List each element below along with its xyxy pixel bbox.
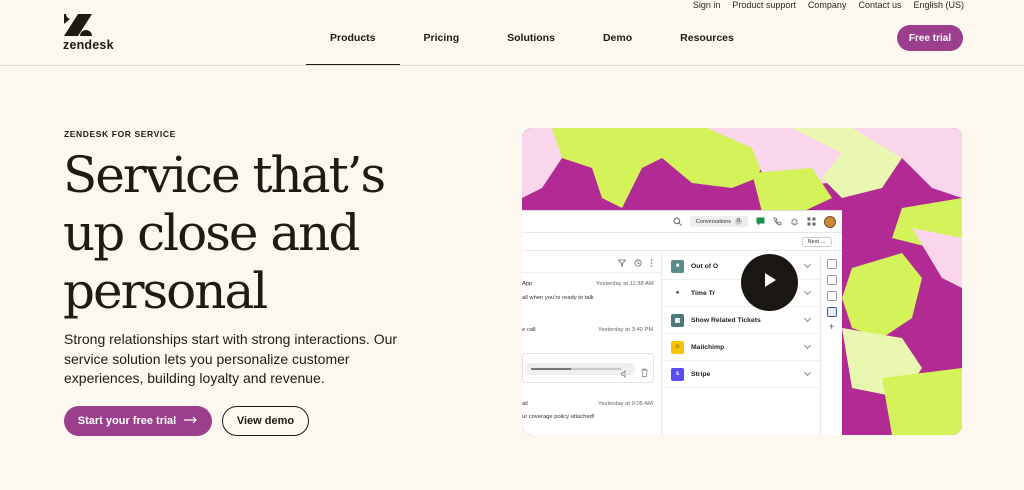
nav-item-pricing[interactable]: Pricing <box>400 26 484 66</box>
message-source: App <box>522 281 533 287</box>
phone-icon <box>773 217 782 226</box>
app-label: Out of O <box>691 262 719 270</box>
workspace-topbar: Conversations 0 <box>522 211 842 233</box>
agent-workspace-mockup: Conversations 0 Next → App Yesterday at … <box>522 210 842 435</box>
chat-icon <box>756 217 765 226</box>
chevron-down-icon <box>803 368 812 377</box>
app-label: Stripe <box>691 370 711 378</box>
chevron-down-icon <box>803 341 812 350</box>
app-label: Mailchimp <box>691 343 725 351</box>
chevron-down-icon <box>803 260 812 269</box>
add-icon: + <box>828 322 835 333</box>
headline-line-2: up close and <box>63 204 360 262</box>
play-video-button[interactable] <box>741 254 798 311</box>
audio-progress-bar <box>525 363 635 378</box>
time-tracking-icon: ● <box>671 286 684 300</box>
hero-video[interactable]: Conversations 0 Next → App Yesterday at … <box>522 128 962 435</box>
next-button: Next → <box>801 236 832 247</box>
stripe-icon: s <box>671 367 684 381</box>
conversation-toolbar <box>522 253 661 273</box>
app-label: Time Tr <box>691 289 716 297</box>
knowledge-icon <box>826 275 837 285</box>
utility-nav: Sign in Product support Company Contact … <box>693 0 964 12</box>
nav-item-solutions[interactable]: Solutions <box>483 26 579 66</box>
volume-icon <box>621 365 629 383</box>
nav-item-products[interactable]: Products <box>306 26 400 66</box>
bell-icon <box>790 217 799 226</box>
conversations-icon <box>826 291 837 301</box>
free-trial-button[interactable]: Free trial <box>897 25 963 51</box>
message-source: e call <box>522 327 536 333</box>
app-item-mailchimp: ☺ Mailchimp <box>662 334 820 361</box>
app-item-stripe: s Stripe <box>662 361 820 388</box>
workspace-subbar: Next → <box>522 233 842 251</box>
nav-item-resources[interactable]: Resources <box>656 26 758 66</box>
utility-link-contact-us[interactable]: Contact us <box>858 0 901 12</box>
utility-link-company[interactable]: Company <box>808 0 847 12</box>
search-icon <box>673 217 682 226</box>
language-selector[interactable]: English (US) <box>913 0 964 12</box>
message-text: all when you're ready to talk <box>522 295 594 301</box>
start-free-trial-button[interactable]: Start your free trial <box>64 406 212 436</box>
message-timestamp: Yesterday at 3:40 PM <box>598 327 654 333</box>
hero-subcopy: Strong relationships start with strong i… <box>64 331 398 386</box>
play-icon <box>763 272 777 293</box>
chevron-down-icon <box>803 287 812 296</box>
app-item-show-related-tickets: ▦ Show Related Tickets <box>662 307 820 334</box>
app-label: Show Related Tickets <box>691 316 761 324</box>
headline-line-1: Service that’s <box>63 146 386 204</box>
header-divider <box>0 65 1024 66</box>
nav-item-demo[interactable]: Demo <box>579 26 656 66</box>
filter-icon <box>617 254 627 272</box>
utility-link-sign-in[interactable]: Sign in <box>693 0 721 12</box>
context-rail: + <box>820 253 842 435</box>
chevron-down-icon <box>803 314 812 323</box>
conversations-pill: Conversations 0 <box>689 216 748 227</box>
utility-link-product-support[interactable]: Product support <box>732 0 796 12</box>
message-timestamp: Yesterday at 11:38 AM <box>596 281 654 287</box>
mailchimp-icon: ☺ <box>671 340 684 354</box>
apps-icon <box>826 307 837 317</box>
main-nav: Products Pricing Solutions Demo Resource… <box>306 26 758 66</box>
message-source: ail <box>522 401 528 407</box>
voice-message-player <box>522 353 654 383</box>
apps-grid-icon <box>807 217 816 226</box>
conversation-pane: App Yesterday at 11:38 AM all when you'r… <box>522 253 662 435</box>
avatar <box>824 215 836 228</box>
headline-line-3: personal <box>63 262 268 320</box>
view-demo-button[interactable]: View demo <box>222 406 309 436</box>
out-of-office-icon: ■ <box>671 259 684 273</box>
user-icon <box>826 259 837 269</box>
arrow-right-icon <box>184 415 198 427</box>
history-icon <box>634 254 642 272</box>
more-options-icon <box>650 254 653 272</box>
hero-headline: Service that’s up close and personal <box>63 146 443 320</box>
message-text: ur coverage policy attached! <box>522 414 595 420</box>
next-label: Next <box>807 238 819 245</box>
start-free-trial-label: Start your free trial <box>77 415 177 427</box>
trash-icon <box>641 364 648 382</box>
conversations-label: Conversations <box>695 218 731 225</box>
conversations-count: 0 <box>735 218 742 225</box>
hero-eyebrow: ZENDESK FOR SERVICE <box>64 129 176 139</box>
message-timestamp: Yesterday at 9:05 AM <box>598 401 653 407</box>
brand-wordmark: zendesk <box>63 38 114 52</box>
related-tickets-icon: ▦ <box>671 313 684 327</box>
